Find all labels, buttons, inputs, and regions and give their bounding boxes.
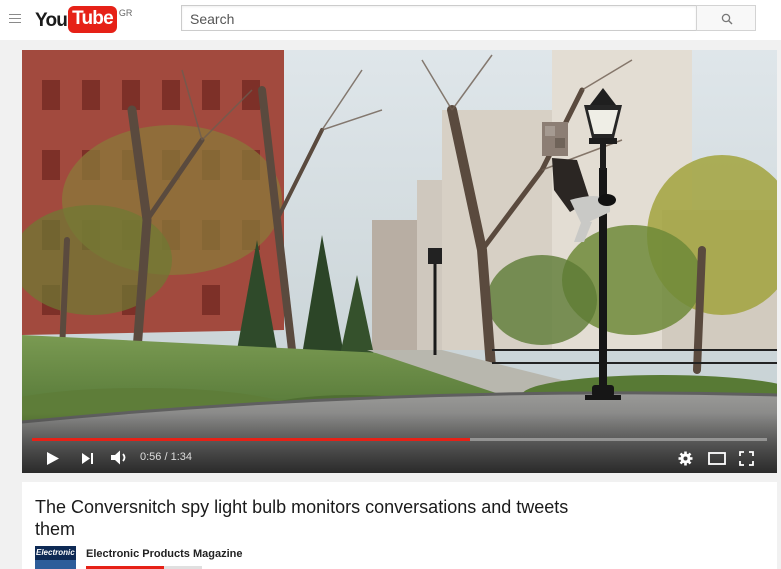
video-player[interactable]: 0:56 / 1:34: [22, 50, 777, 473]
search-button[interactable]: [696, 5, 756, 31]
video-frame: [22, 50, 777, 473]
youtube-logo[interactable]: You Tube GR: [35, 6, 133, 33]
current-time: 0:56: [140, 451, 162, 463]
progress-bar-played: [32, 438, 471, 441]
time-display: 0:56 / 1:34: [140, 451, 192, 463]
watch-info: The Conversnitch spy light bulb monitors…: [22, 482, 777, 569]
logo-you: You: [35, 10, 68, 31]
search-box: [181, 5, 697, 31]
next-icon[interactable]: [81, 452, 94, 465]
search-input[interactable]: [188, 9, 692, 29]
video-title: The Conversnitch spy light bulb monitors…: [35, 497, 569, 539]
channel-avatar-text: Electronic: [36, 548, 75, 557]
controls-background: [22, 413, 777, 473]
logo-tube: Tube: [68, 6, 117, 33]
search-icon: [721, 13, 733, 25]
channel-name[interactable]: Electronic Products Magazine: [86, 548, 242, 560]
logo-country-code: GR: [118, 8, 133, 18]
play-icon[interactable]: [46, 451, 60, 466]
menu-icon[interactable]: [9, 14, 21, 24]
masthead: You Tube GR: [0, 0, 781, 40]
duration: 1:34: [170, 451, 193, 463]
theater-mode-icon[interactable]: [708, 452, 726, 465]
volume-icon[interactable]: [110, 449, 130, 466]
channel-avatar[interactable]: Electronic: [35, 546, 76, 569]
settings-icon[interactable]: [678, 451, 693, 466]
fullscreen-icon[interactable]: [739, 451, 754, 466]
time-separator: /: [161, 451, 171, 463]
progress-bar[interactable]: [32, 438, 767, 441]
channel-avatar-stripe: [35, 560, 76, 569]
